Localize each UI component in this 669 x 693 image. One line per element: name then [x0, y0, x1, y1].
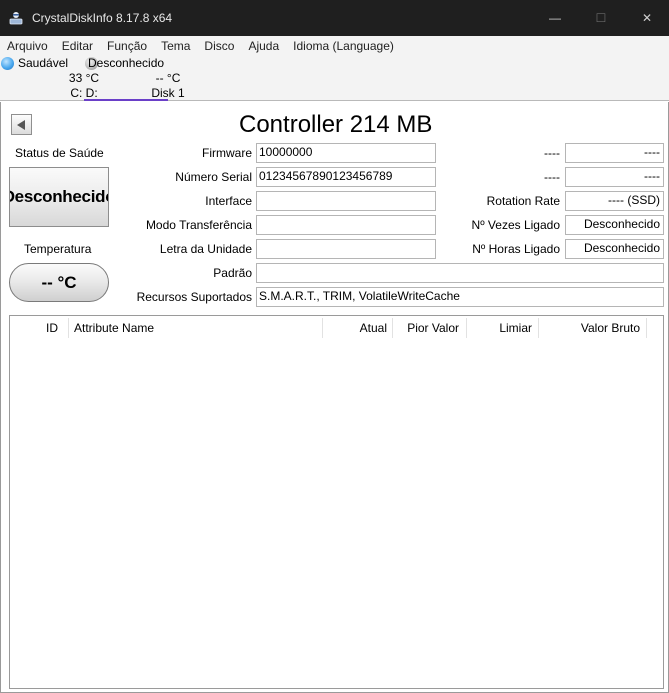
- power-on-hours-value: Desconhecido: [565, 239, 664, 259]
- power-on-count-value: Desconhecido: [565, 215, 664, 235]
- power-on-count-label: Nº Vezes Ligado: [471, 218, 560, 232]
- right-field-2-value: ----: [565, 167, 664, 187]
- column-header-limiar[interactable]: Limiar: [499, 316, 532, 340]
- power-on-hours-label: Nº Horas Ligado: [472, 242, 560, 256]
- column-header-attribute-name[interactable]: Attribute Name: [74, 316, 154, 340]
- menu-editar[interactable]: Editar: [55, 39, 100, 53]
- standard-label: Padrão: [213, 266, 252, 280]
- disk-info-panel: Controller 214 MB Status de Saúde Descon…: [0, 102, 669, 693]
- column-header-id[interactable]: ID: [46, 316, 58, 340]
- serial-label: Número Serial: [175, 170, 252, 184]
- menu-disco[interactable]: Disco: [197, 39, 241, 53]
- menu-bar: Arquivo Editar Função Tema Disco Ajuda I…: [0, 36, 669, 55]
- column-header-valor-bruto[interactable]: Valor Bruto: [581, 316, 640, 340]
- temperature-label: Temperatura: [24, 242, 92, 256]
- disk-selector-bar: Saudável 33 °C C: D: Desconhecido -- °C …: [0, 55, 669, 101]
- healthy-status-icon: [1, 57, 14, 70]
- health-status-button[interactable]: Desconhecido: [9, 167, 109, 227]
- right-field-2-label: ----: [544, 170, 560, 184]
- column-separator[interactable]: [68, 318, 69, 338]
- arrow-left-icon: [17, 120, 25, 130]
- disk-title: Controller 214 MB: [239, 111, 433, 138]
- maximize-button[interactable]: ☐: [578, 0, 624, 36]
- transfer-mode-value: [256, 215, 436, 235]
- rotation-rate-value: ---- (SSD): [565, 191, 664, 211]
- health-status-label: Status de Saúde: [15, 146, 104, 160]
- standard-value: [256, 263, 664, 283]
- menu-tema[interactable]: Tema: [154, 39, 197, 53]
- disk-tab-c-d[interactable]: Saudável 33 °C C: D:: [0, 55, 99, 101]
- column-separator[interactable]: [392, 318, 393, 338]
- right-field-1-label: ----: [544, 146, 560, 160]
- interface-value: [256, 191, 436, 211]
- disk-tab-status: Saudável: [18, 56, 69, 70]
- disk-tab-temp: -- °C: [155, 71, 181, 85]
- right-field-1-value: ----: [565, 143, 664, 163]
- column-header-atual[interactable]: Atual: [360, 316, 387, 340]
- smart-attributes-table[interactable]: ID Attribute Name Atual Pior Valor Limia…: [9, 315, 664, 689]
- menu-funcao[interactable]: Função: [100, 39, 154, 53]
- previous-disk-button[interactable]: [11, 114, 32, 135]
- menu-arquivo[interactable]: Arquivo: [0, 39, 55, 53]
- disk-tab-label: Disk 1: [151, 86, 185, 100]
- serial-value: 01234567890123456789: [256, 167, 436, 187]
- selected-tab-indicator: [84, 99, 168, 101]
- features-label: Recursos Suportados: [136, 290, 252, 304]
- column-separator[interactable]: [538, 318, 539, 338]
- minimize-icon: —: [549, 11, 561, 25]
- column-separator[interactable]: [646, 318, 647, 338]
- column-separator[interactable]: [322, 318, 323, 338]
- close-button[interactable]: ✕: [624, 0, 669, 36]
- interface-label: Interface: [205, 194, 252, 208]
- title-bar: CrystalDiskInfo 8.17.8 x64 — ☐ ✕: [0, 0, 669, 36]
- drive-letter-label: Letra da Unidade: [159, 242, 252, 256]
- firmware-value: 10000000: [256, 143, 436, 163]
- temperature-button[interactable]: -- °C: [9, 263, 109, 302]
- minimize-button[interactable]: —: [532, 0, 578, 36]
- temperature-value: -- °C: [41, 272, 77, 292]
- crystaldiskinfo-app-icon: [9, 12, 23, 25]
- rotation-rate-label: Rotation Rate: [486, 194, 560, 208]
- window-title: CrystalDiskInfo 8.17.8 x64: [32, 11, 173, 25]
- menu-ajuda[interactable]: Ajuda: [241, 39, 286, 53]
- disk-tab-disk-1[interactable]: Desconhecido -- °C Disk 1: [84, 55, 185, 101]
- health-status-value: Desconhecido: [10, 187, 108, 206]
- menu-idioma[interactable]: Idioma (Language): [286, 39, 401, 53]
- column-separator[interactable]: [466, 318, 467, 338]
- firmware-label: Firmware: [202, 146, 252, 160]
- table-header: ID Attribute Name Atual Pior Valor Limia…: [10, 316, 663, 340]
- close-icon: ✕: [641, 11, 653, 25]
- disk-tab-status: Desconhecido: [88, 56, 165, 70]
- transfer-mode-label: Modo Transferência: [145, 218, 252, 232]
- features-value: S.M.A.R.T., TRIM, VolatileWriteCache: [256, 287, 664, 307]
- column-header-pior-valor[interactable]: Pior Valor: [407, 316, 459, 340]
- maximize-icon: ☐: [595, 11, 607, 25]
- drive-letter-value: [256, 239, 436, 259]
